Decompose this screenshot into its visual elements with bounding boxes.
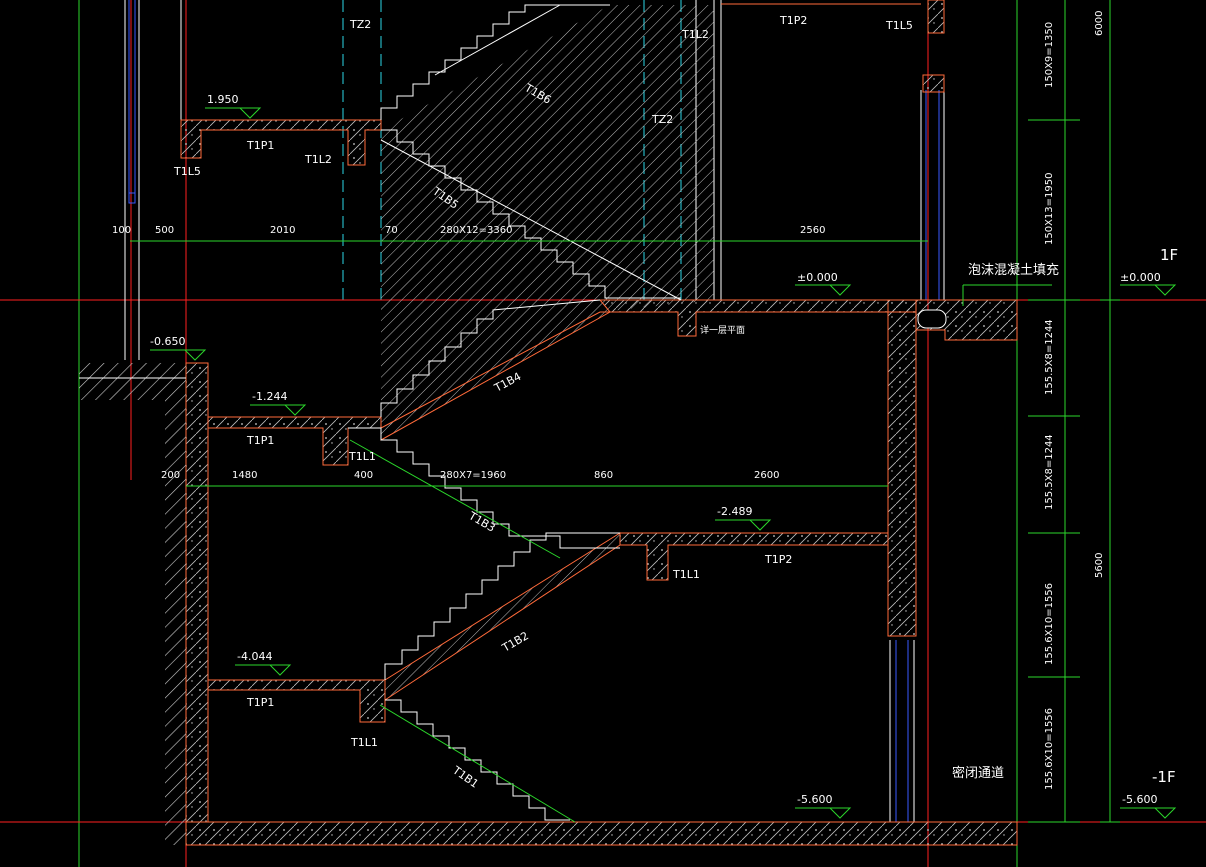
dim-lower-1480: 1480 — [232, 470, 257, 481]
elev-0650: -0.650 — [150, 335, 185, 348]
dim-lower-860: 860 — [594, 470, 613, 481]
dim-upper-3360: 280X12=3360 — [440, 225, 513, 236]
dim-lower-400: 400 — [354, 470, 373, 481]
elev-1244: -1.244 — [252, 390, 287, 403]
elev-0000-right: ±0.000 — [1120, 271, 1161, 284]
elev-0000-mid: ±0.000 — [797, 271, 838, 284]
label-t1b2: T1B2 — [499, 629, 531, 655]
label-t1l2-mid: T1L2 — [304, 153, 332, 166]
dim-lower-2600: 2600 — [754, 470, 779, 481]
label-t1l5-left: T1L5 — [173, 165, 201, 178]
label-t1p2-top: T1P2 — [779, 14, 807, 27]
right-dim-4: 155.5X8=1244 — [1044, 434, 1055, 510]
elev-4044: -4.044 — [237, 650, 272, 663]
label-t1p1-top: T1P1 — [246, 139, 274, 152]
label-t1p1-low: T1P1 — [246, 696, 274, 709]
note-foam-fill: 泡沫混凝土填充 — [968, 262, 1059, 278]
stair-hatch-upper — [381, 5, 714, 430]
dim-upper-70: 70 — [385, 225, 398, 236]
label-t1l1-low: T1L1 — [350, 736, 378, 749]
label-t1p2-mid: T1P2 — [764, 553, 792, 566]
label-t1l5-top: T1L5 — [885, 19, 913, 32]
dim-upper-500: 500 — [155, 225, 174, 236]
label-t1p1-mid: T1P1 — [246, 434, 274, 447]
right-dim-3: 155.5X8=1244 — [1044, 319, 1055, 395]
dim-lower-200: 200 — [161, 470, 180, 481]
right-dim-2: 150X13=1950 — [1044, 173, 1055, 246]
total-dim-upper: 6000 — [1094, 11, 1105, 36]
label-tz2-mid: TZ2 — [651, 113, 673, 126]
dim-upper-100: 100 — [112, 225, 131, 236]
floor-label-b1: -1F — [1152, 768, 1176, 786]
elev-5600-mid: -5.600 — [797, 793, 832, 806]
label-t1b1: T1B1 — [449, 763, 480, 790]
stair-section-drawing: 1F -1F 150X9=1350 150X13=1950 155.5X8=12… — [0, 0, 1206, 867]
label-tz2-top: TZ2 — [349, 18, 371, 31]
elev-2489: -2.489 — [717, 505, 752, 518]
label-t1l1-right: T1L1 — [672, 568, 700, 581]
elev-5600-right: -5.600 — [1122, 793, 1157, 806]
right-dim-1: 150X9=1350 — [1044, 22, 1055, 88]
right-dim-6: 155.6X10=1556 — [1044, 708, 1055, 790]
note-airtight: 密闭通道 — [952, 765, 1004, 781]
note-level: 详一层平面 — [700, 324, 745, 336]
dim-lower-1960: 280X7=1960 — [440, 470, 506, 481]
elev-1950: 1.950 — [207, 93, 239, 106]
floor-label-1f: 1F — [1160, 246, 1178, 264]
total-dim-lower: 5600 — [1094, 553, 1105, 578]
dim-upper-2010: 2010 — [270, 225, 295, 236]
right-dim-5: 155.6X10=1556 — [1044, 583, 1055, 665]
dim-upper-2560: 2560 — [800, 225, 825, 236]
label-t1l2-top: T1L2 — [681, 28, 709, 41]
label-t1l1-mid: T1L1 — [348, 450, 376, 463]
